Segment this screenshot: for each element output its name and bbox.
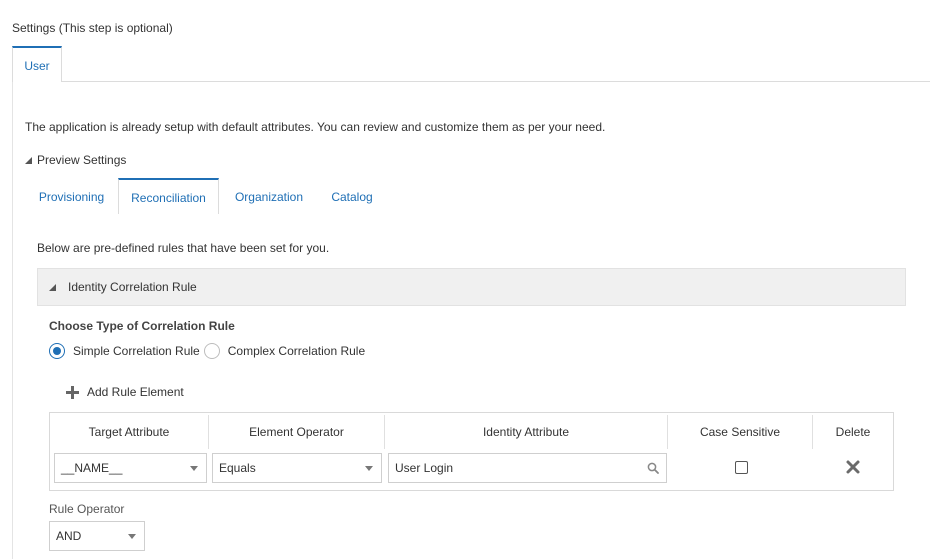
header-element-operator: Element Operator	[249, 425, 344, 439]
header-target-attribute: Target Attribute	[88, 425, 170, 439]
header-delete: Delete	[835, 425, 871, 439]
tab-reconciliation[interactable]: Reconciliation	[118, 178, 219, 214]
inner-tab-bar: Provisioning Reconciliation Organization…	[25, 178, 905, 214]
identity-attribute-value: User Login	[395, 461, 454, 475]
search-icon[interactable]	[647, 462, 659, 474]
complex-correlation-label[interactable]: Complex Correlation Rule	[228, 344, 365, 358]
chevron-down-icon	[365, 466, 373, 471]
simple-correlation-label[interactable]: Simple Correlation Rule	[73, 344, 200, 358]
add-rule-element-label: Add Rule Element	[87, 385, 184, 399]
section-label: Identity Correlation Rule	[68, 280, 197, 294]
chevron-down-icon	[128, 534, 136, 539]
simple-correlation-radio[interactable]	[49, 343, 65, 359]
tab-catalog[interactable]: Catalog	[322, 178, 382, 214]
collapse-triangle-icon	[25, 156, 32, 164]
rule-operator-value: AND	[56, 529, 82, 543]
header-case-sensitive: Case Sensitive	[699, 425, 781, 439]
outer-tab-bar: User	[12, 46, 930, 82]
close-icon[interactable]	[845, 459, 861, 475]
preview-settings-label: Preview Settings	[37, 153, 127, 167]
correlation-type-label: Choose Type of Correlation Rule	[49, 319, 235, 333]
target-attribute-select[interactable]: __NAME__	[54, 453, 207, 483]
tab-organization[interactable]: Organization	[226, 178, 312, 214]
header-identity-attribute: Identity Attribute	[482, 425, 570, 439]
complex-correlation-radio[interactable]	[203, 343, 220, 359]
content-left-border	[12, 82, 13, 559]
collapse-triangle-icon	[49, 283, 56, 291]
rules-description: Below are pre-defined rules that have be…	[37, 241, 330, 255]
element-operator-select[interactable]: Equals	[212, 453, 382, 483]
rule-operator-label: Rule Operator	[49, 502, 125, 516]
add-rule-element-button[interactable]: Add Rule Element	[66, 385, 184, 399]
tab-provisioning[interactable]: Provisioning	[25, 178, 118, 214]
table-header-row: Target Attribute Element Operator Identi…	[50, 413, 893, 449]
identity-attribute-field[interactable]: User Login	[388, 453, 667, 483]
rule-operator-select[interactable]: AND	[49, 521, 145, 551]
rule-elements-table: Target Attribute Element Operator Identi…	[49, 412, 894, 491]
chevron-down-icon	[190, 466, 198, 471]
page-title: Settings (This step is optional)	[12, 21, 173, 35]
preview-settings-toggle[interactable]: Preview Settings	[25, 153, 126, 167]
correlation-type-radio-group: Simple Correlation Rule Complex Correlat…	[49, 343, 369, 359]
target-attribute-value: __NAME__	[61, 461, 123, 475]
identity-correlation-rule-header[interactable]: Identity Correlation Rule	[37, 268, 906, 306]
case-sensitive-checkbox[interactable]	[735, 461, 748, 474]
tab-user[interactable]: User	[12, 46, 62, 82]
intro-text: The application is already setup with de…	[25, 120, 606, 134]
element-operator-value: Equals	[219, 461, 256, 475]
plus-icon	[66, 385, 79, 399]
